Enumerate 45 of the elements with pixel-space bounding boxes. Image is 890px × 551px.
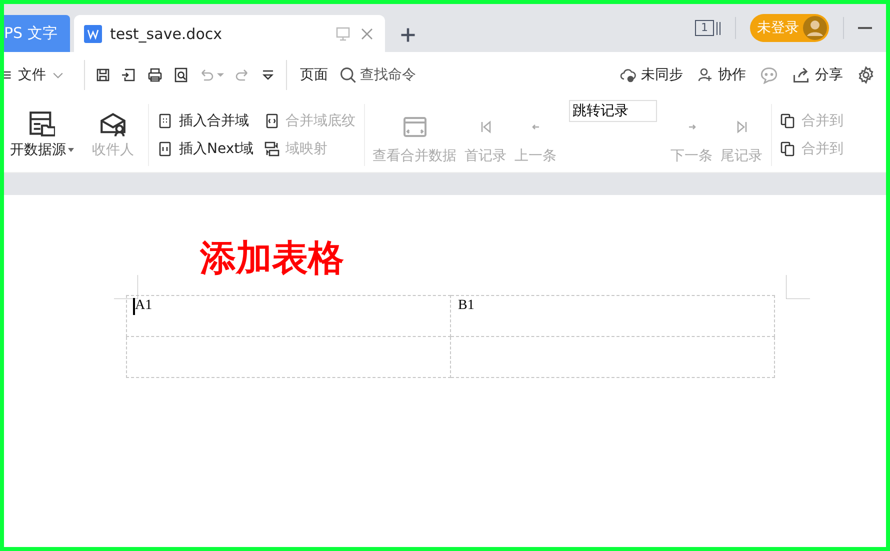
document-tab[interactable]: test_save.docx [74, 15, 385, 52]
collab-button[interactable]: 协作 [694, 64, 749, 86]
file-menu[interactable]: 文件 [4, 64, 68, 86]
envelope-person-icon [100, 111, 126, 137]
undo-icon [199, 67, 215, 83]
page-layout-tab[interactable]: 页面 [297, 64, 331, 86]
save-icon [95, 67, 111, 83]
copy-document-icon [780, 141, 796, 157]
search-icon [339, 66, 357, 84]
field-icon [157, 113, 173, 129]
chat-bubble-icon [760, 66, 778, 84]
field-mapping-icon [264, 141, 280, 157]
jump-record-field[interactable]: 跳转记录 [568, 100, 657, 122]
next-field-icon [157, 141, 173, 157]
crop-mark [786, 275, 810, 299]
print-icon [147, 67, 163, 83]
plus-icon [399, 26, 417, 44]
cloud-icon [620, 67, 636, 83]
sync-button[interactable]: 未同步 [617, 64, 686, 86]
redo-icon [234, 67, 250, 83]
crop-mark [114, 275, 138, 299]
data-view-icon [402, 115, 427, 139]
export-icon [121, 67, 137, 83]
person-add-icon [697, 67, 713, 83]
field-shading-icon [264, 113, 280, 129]
datasource-button[interactable]: 开数据源 [4, 98, 80, 172]
folder-list-icon [29, 111, 55, 137]
share-arrow-icon [792, 66, 810, 84]
document-icon [84, 24, 102, 42]
settings-icon [857, 66, 875, 84]
print-preview-icon [173, 67, 189, 83]
document-heading: 添加表格 [200, 237, 345, 281]
caret-icon [217, 73, 224, 77]
table-cell: A1 [126, 296, 450, 336]
share-button[interactable]: 分享 [789, 64, 846, 86]
avatar-icon [803, 16, 827, 40]
table-cell: B1 [450, 296, 774, 336]
insert-field-button[interactable]: 插入合并域 [157, 112, 254, 130]
copy-document-icon [780, 113, 796, 129]
close-icon [359, 26, 375, 42]
monitor-icon [335, 26, 351, 42]
login-button[interactable]: 未登录 [750, 14, 829, 42]
next-field-button[interactable]: 插入Next域 [157, 140, 254, 158]
caret-icon [68, 148, 74, 152]
app-tab[interactable]: PS 文字 [4, 15, 70, 52]
